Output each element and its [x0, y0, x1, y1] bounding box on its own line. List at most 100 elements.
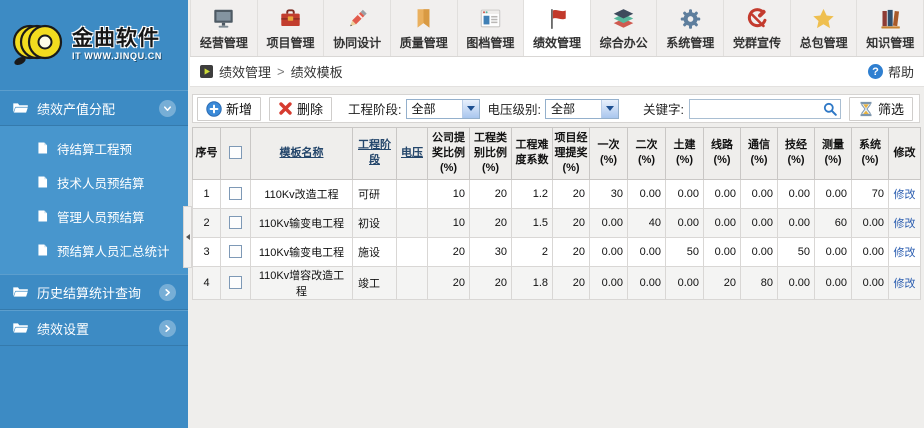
- cell-value: 0.00: [815, 179, 852, 208]
- chevron-down-icon[interactable]: [601, 100, 618, 118]
- cell-value: 20: [553, 179, 590, 208]
- nav-item-10[interactable]: 总包管理: [791, 0, 858, 56]
- cell-value: 0.00: [852, 237, 889, 266]
- cell-edit: 修改: [889, 179, 921, 208]
- nav-item-1[interactable]: 经营管理: [190, 0, 258, 56]
- voltage-filter-select[interactable]: 全部: [545, 99, 619, 119]
- search-icon[interactable]: [823, 102, 837, 116]
- nav-item-3[interactable]: 协同设计: [324, 0, 391, 56]
- sidebar-subitem-label: 管理人员预结算: [57, 207, 145, 226]
- sidebar-subitem-3[interactable]: 管理人员预结算: [0, 199, 188, 233]
- table-header-8: 工程难度系数: [512, 128, 553, 180]
- cell-value: 0.00: [666, 266, 704, 299]
- cell-value: 80: [741, 266, 778, 299]
- cell-value: 50: [778, 237, 815, 266]
- sort-link[interactable]: 工程阶段: [358, 139, 391, 166]
- cell-value: 0.00: [704, 237, 741, 266]
- table-header-3[interactable]: 模板名称: [251, 128, 353, 180]
- books-icon: [877, 6, 904, 32]
- cell-value: 0.00: [815, 237, 852, 266]
- cell-value: 0.00: [590, 266, 628, 299]
- toolbar: 新增 删除 工程阶段: 全部 电压级别: 全部 关键字:: [192, 94, 920, 123]
- cell-value: 20: [470, 208, 512, 237]
- nav-item-label: 图档管理: [466, 34, 514, 51]
- cell-stage: 初设: [353, 208, 397, 237]
- sidebar-group-3[interactable]: 绩效设置: [0, 310, 188, 346]
- sidebar-collapse-handle[interactable]: [183, 206, 192, 268]
- cell-value: 0.00: [741, 179, 778, 208]
- table-header-18: 修改: [889, 128, 921, 180]
- filter-button[interactable]: 筛选: [849, 97, 913, 121]
- cell-value: 2: [512, 237, 553, 266]
- edit-link[interactable]: 修改: [894, 218, 916, 230]
- sidebar-group-label: 绩效设置: [37, 319, 89, 338]
- sidebar-subitem-2[interactable]: 技术人员预结算: [0, 165, 188, 199]
- select-all-checkbox[interactable]: [229, 146, 242, 159]
- file-icon: [36, 141, 49, 155]
- sidebar-subitem-label: 待结算工程预: [57, 139, 132, 158]
- chevron-down-icon[interactable]: [159, 100, 176, 117]
- template-table: 序号模板名称工程阶段电压公司提奖比例(%)工程类别比例(%)工程难度系数项目经理…: [192, 127, 921, 300]
- table-row: 3110Kv输变电工程施设20302200.000.00500.000.0050…: [193, 237, 921, 266]
- stage-filter-select[interactable]: 全部: [406, 99, 480, 119]
- table-header-16: 测量(%): [815, 128, 852, 180]
- nav-item-label: 知识管理: [866, 34, 914, 51]
- stage-filter-value: 全部: [407, 100, 462, 117]
- cell-value: 20: [428, 237, 470, 266]
- hammer-sickle-icon: [743, 6, 770, 32]
- nav-item-6[interactable]: 绩效管理: [524, 0, 591, 56]
- cell-seq: 2: [193, 208, 221, 237]
- row-checkbox[interactable]: [229, 245, 242, 258]
- sidebar-group-2[interactable]: 历史结算统计查询: [0, 274, 188, 310]
- chevron-right-icon[interactable]: [159, 320, 176, 337]
- nav-item-label: 质量管理: [400, 34, 448, 51]
- main-area: 经营管理项目管理协同设计质量管理图档管理绩效管理综合办公系统管理党群宣传总包管理…: [190, 0, 924, 428]
- table-header-10: 一次(%): [590, 128, 628, 180]
- cell-template-name: 110Kv输变电工程: [251, 208, 353, 237]
- row-checkbox[interactable]: [229, 216, 242, 229]
- row-checkbox[interactable]: [229, 276, 242, 289]
- help-button[interactable]: ? 帮助: [868, 62, 914, 81]
- table-row: 4110Kv增容改造工程竣工20201.8200.000.000.0020800…: [193, 266, 921, 299]
- nav-item-7[interactable]: 综合办公: [591, 0, 658, 56]
- folder-icon: [12, 101, 29, 115]
- nav-item-8[interactable]: 系统管理: [657, 0, 724, 56]
- cell-edit: 修改: [889, 208, 921, 237]
- star-icon: [810, 6, 837, 32]
- breadcrumb-section[interactable]: 绩效管理: [219, 62, 271, 81]
- nav-item-4[interactable]: 质量管理: [391, 0, 458, 56]
- cell-seq: 1: [193, 179, 221, 208]
- nav-item-label: 党群宣传: [733, 34, 781, 51]
- pencil-icon: [344, 6, 371, 32]
- row-checkbox[interactable]: [229, 187, 242, 200]
- folder-icon: [12, 321, 29, 335]
- edit-link[interactable]: 修改: [894, 247, 916, 259]
- edit-link[interactable]: 修改: [894, 189, 916, 201]
- table-header-4[interactable]: 工程阶段: [353, 128, 397, 180]
- sidebar-group-1[interactable]: 绩效产值分配: [0, 90, 188, 126]
- sidebar-subitem-label: 预结算人员汇总统计: [57, 241, 170, 260]
- sidebar-subitem-1[interactable]: 待结算工程预: [0, 131, 188, 165]
- red-cross-icon: [278, 101, 293, 116]
- delete-button[interactable]: 删除: [269, 97, 332, 121]
- nav-item-2[interactable]: 项目管理: [258, 0, 325, 56]
- nav-item-9[interactable]: 党群宣传: [724, 0, 791, 56]
- table-header-7: 工程类别比例(%): [470, 128, 512, 180]
- cell-value: 20: [428, 266, 470, 299]
- cell-value: 0.00: [666, 208, 704, 237]
- cell-checkbox: [221, 266, 251, 299]
- chevron-right-icon[interactable]: [159, 284, 176, 301]
- sort-link[interactable]: 电压: [401, 147, 423, 159]
- sort-link[interactable]: 模板名称: [280, 147, 324, 159]
- table-header-5[interactable]: 电压: [397, 128, 428, 180]
- nav-item-11[interactable]: 知识管理: [857, 0, 924, 56]
- sidebar-subitem-4[interactable]: 预结算人员汇总统计: [0, 233, 188, 267]
- cell-value: 0.00: [852, 208, 889, 237]
- nav-item-5[interactable]: 图档管理: [458, 0, 525, 56]
- keyword-input[interactable]: [693, 102, 823, 116]
- chevron-down-icon[interactable]: [462, 100, 479, 118]
- cell-seq: 3: [193, 237, 221, 266]
- question-icon: ?: [868, 64, 883, 79]
- edit-link[interactable]: 修改: [894, 278, 916, 290]
- add-button[interactable]: 新增: [197, 97, 261, 121]
